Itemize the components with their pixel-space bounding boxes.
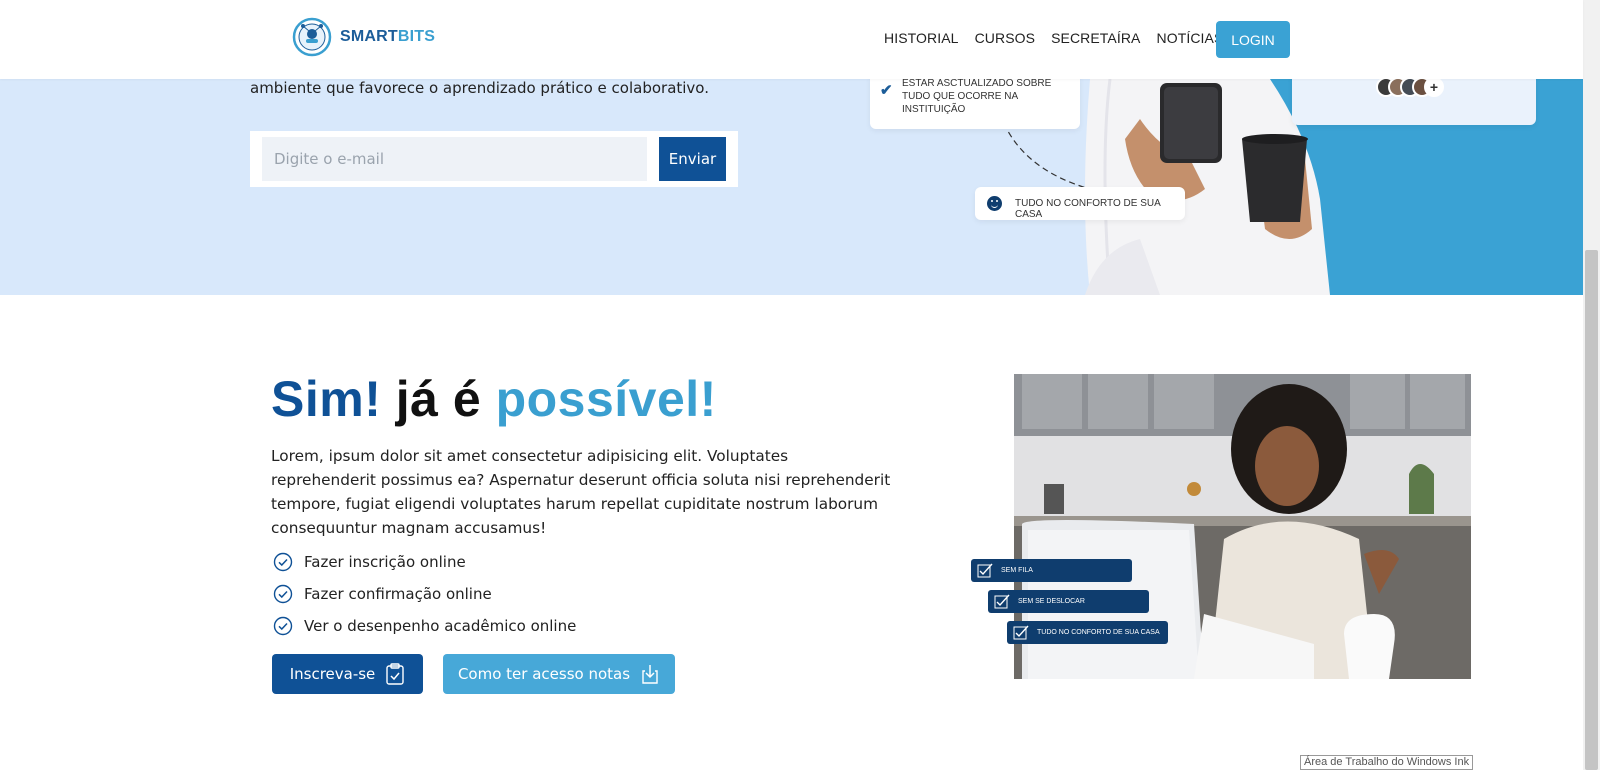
check-circle-icon — [273, 616, 293, 636]
signup-button[interactable]: Inscreva-se — [272, 654, 423, 694]
newsletter-form: Enviar — [250, 131, 738, 187]
email-input[interactable] — [262, 137, 647, 181]
notes-access-button[interactable]: Como ter acesso notas — [443, 654, 675, 694]
smile-icon — [987, 196, 1002, 211]
nav-historial[interactable]: HISTORIAL — [884, 30, 959, 46]
feature-item: Fazer inscrição online — [273, 546, 576, 578]
photo-tag: SEM FILA — [971, 559, 1132, 582]
check-square-icon — [1013, 625, 1029, 640]
community-card: + — [1292, 79, 1536, 125]
feature-item: Ver o desenpenho acadêmico online — [273, 610, 576, 642]
feature-label: Fazer inscrição online — [304, 553, 466, 571]
info-card-update: ✔ ESTAR ASCTUALIZADO SOBRE TUDO QUE OCOR… — [870, 79, 1080, 129]
nav-secretaria[interactable]: SECRETAÍRA — [1051, 30, 1140, 46]
brand-name: SMARTBITS — [340, 28, 435, 46]
headline-part1: Sim! — [271, 371, 382, 427]
clipboard-check-icon — [386, 663, 404, 685]
more-avatars-icon[interactable]: + — [1424, 79, 1444, 97]
send-button[interactable]: Enviar — [659, 137, 726, 181]
info-card-update-text: ESTAR ASCTUALIZADO SOBRE TUDO QUE OCORRE… — [902, 79, 1052, 115]
check-square-icon — [994, 594, 1010, 609]
feature-list: Fazer inscrição online Fazer confirmação… — [273, 546, 576, 642]
login-button[interactable]: LOGIN — [1216, 21, 1290, 58]
photo-tag: SEM SE DESLOCAR — [988, 590, 1149, 613]
nav-cursos[interactable]: CURSOS — [975, 30, 1036, 46]
photo-tag-label: TUDO NO CONFORTO DE SUA CASA — [1037, 629, 1160, 636]
signup-button-label: Inscreva-se — [289, 665, 376, 683]
check-square-icon — [977, 563, 993, 578]
headline-part3: possível! — [495, 371, 717, 427]
site-header: SMARTBITS HISTORIAL CURSOS SECRETAÍRA NO… — [0, 0, 1583, 79]
check-icon: ✔ — [880, 82, 893, 99]
feature-label: Fazer confirmação online — [304, 585, 492, 603]
page-scrollbar[interactable] — [1583, 0, 1600, 770]
brand-name-part2: BITS — [397, 28, 436, 45]
info-card-comfort-text: TUDO NO CONFORTO DE SUA CASA — [1015, 198, 1161, 220]
nav-noticias[interactable]: NOTÍCIAS — [1157, 30, 1224, 46]
photo-tag-label: SEM FILA — [1001, 567, 1033, 574]
section-paragraph: Lorem, ipsum dolor sit amet consectetur … — [271, 447, 891, 537]
smartbits-logo-icon — [292, 17, 332, 57]
notes-access-button-label: Como ter acesso notas — [457, 665, 631, 683]
brand-logo[interactable]: SMARTBITS — [292, 17, 435, 57]
download-icon — [642, 665, 658, 684]
brand-name-part1: SMART — [340, 28, 398, 45]
check-circle-icon — [273, 552, 293, 572]
hero-text: ambiente que favorece o aprendizado prát… — [250, 79, 709, 97]
photo-tag: TUDO NO CONFORTO DE SUA CASA — [1007, 621, 1168, 644]
main-nav: HISTORIAL CURSOS SECRETAÍRA NOTÍCIAS — [884, 30, 1223, 46]
check-circle-icon — [273, 584, 293, 604]
feature-label: Ver o desenpenho acadêmico online — [304, 617, 577, 635]
avatar-group: + — [1376, 79, 1444, 97]
scrollbar-thumb[interactable] — [1585, 250, 1598, 770]
system-tooltip: Área de Trabalho do Windows Ink — [1300, 755, 1474, 770]
feature-item: Fazer confirmação online — [273, 578, 576, 610]
section-headline: Sim! já é possível! — [271, 370, 717, 428]
headline-part2: já é — [395, 371, 482, 427]
photo-tag-label: SEM SE DESLOCAR — [1018, 598, 1085, 605]
hero-section: ambiente que favorece o aprendizado prát… — [0, 79, 1583, 295]
info-card-comfort: TUDO NO CONFORTO DE SUA CASA — [975, 187, 1185, 220]
